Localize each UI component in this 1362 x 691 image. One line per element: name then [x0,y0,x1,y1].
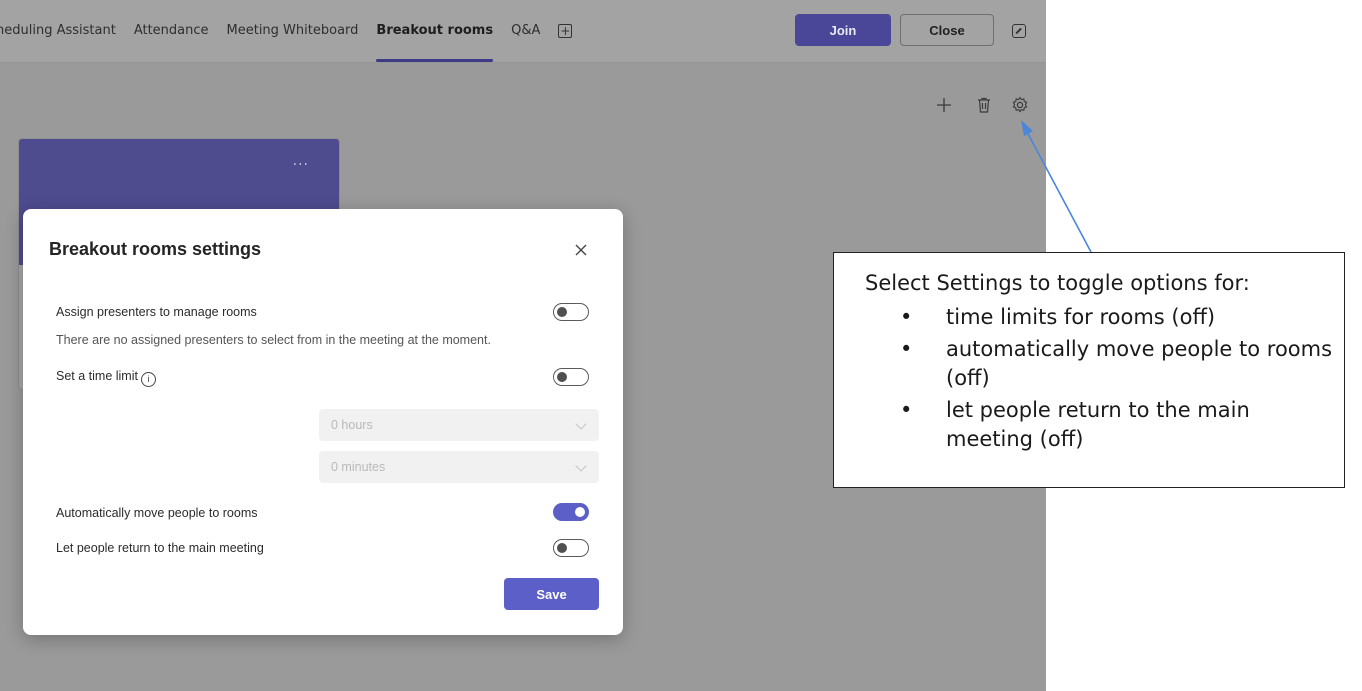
callout-bullet: automatically move people to rooms (off) [894,335,1334,393]
return-to-main-label: Let people return to the main meeting [56,541,264,555]
toggle-knob [557,542,567,553]
info-icon[interactable]: i [140,372,156,387]
assign-presenters-toggle[interactable] [553,303,589,321]
hours-dropdown[interactable]: 0 hours [319,409,599,441]
trash-icon[interactable] [974,95,994,115]
time-limit-row: Set a time limit i [56,369,156,387]
tab-meeting-whiteboard[interactable]: Meeting Whiteboard [227,0,359,62]
annotation-callout: Select Settings to toggle options for: t… [833,252,1345,488]
dialog-title: Breakout rooms settings [49,239,262,259]
assign-presenters-label: Assign presenters to manage rooms [56,305,257,319]
hours-value: 0 hours [331,418,373,432]
tab-list: heduling Assistant Attendance Meeting Wh… [0,0,573,62]
join-button[interactable]: Join [795,14,891,46]
minutes-dropdown[interactable]: 0 minutes [319,451,599,483]
time-limit-label: Set a time limit [56,369,138,383]
minutes-value: 0 minutes [331,460,386,474]
callout-list: time limits for rooms (off) automaticall… [894,303,1334,457]
assign-presenters-note: There are no assigned presenters to sele… [56,333,491,347]
plus-icon[interactable] [934,95,954,115]
tab-attendance[interactable]: Attendance [134,0,209,62]
save-button[interactable]: Save [504,578,599,610]
tab-breakout-rooms[interactable]: Breakout rooms [376,0,493,62]
auto-move-toggle[interactable] [553,503,589,521]
toggle-knob [575,506,585,517]
auto-move-label: Automatically move people to rooms [56,506,258,520]
close-button[interactable]: Close [900,14,994,46]
chevron-down-icon [575,460,587,472]
gear-icon[interactable] [1010,95,1030,115]
breakout-settings-dialog: Breakout rooms settings Assign presenter… [23,209,623,635]
chevron-down-icon [575,418,587,430]
tab-scheduling-assistant[interactable]: heduling Assistant [0,0,116,62]
return-to-main-toggle[interactable] [553,539,589,557]
callout-bullet: time limits for rooms (off) [894,303,1334,332]
callout-heading: Select Settings to toggle options for: [865,271,1250,295]
tab-qa[interactable]: Q&A [511,0,540,62]
toggle-knob [557,306,567,317]
pop-out-icon[interactable] [1012,24,1026,38]
meeting-tab-bar: heduling Assistant Attendance Meeting Wh… [0,0,1046,63]
callout-bullet: let people return to the main meeting (o… [894,396,1334,454]
toggle-knob [557,371,567,382]
close-icon[interactable] [571,240,591,260]
add-tab-icon[interactable]: + [558,24,573,38]
more-options-icon[interactable]: ··· [293,157,309,173]
time-limit-toggle[interactable] [553,368,589,386]
